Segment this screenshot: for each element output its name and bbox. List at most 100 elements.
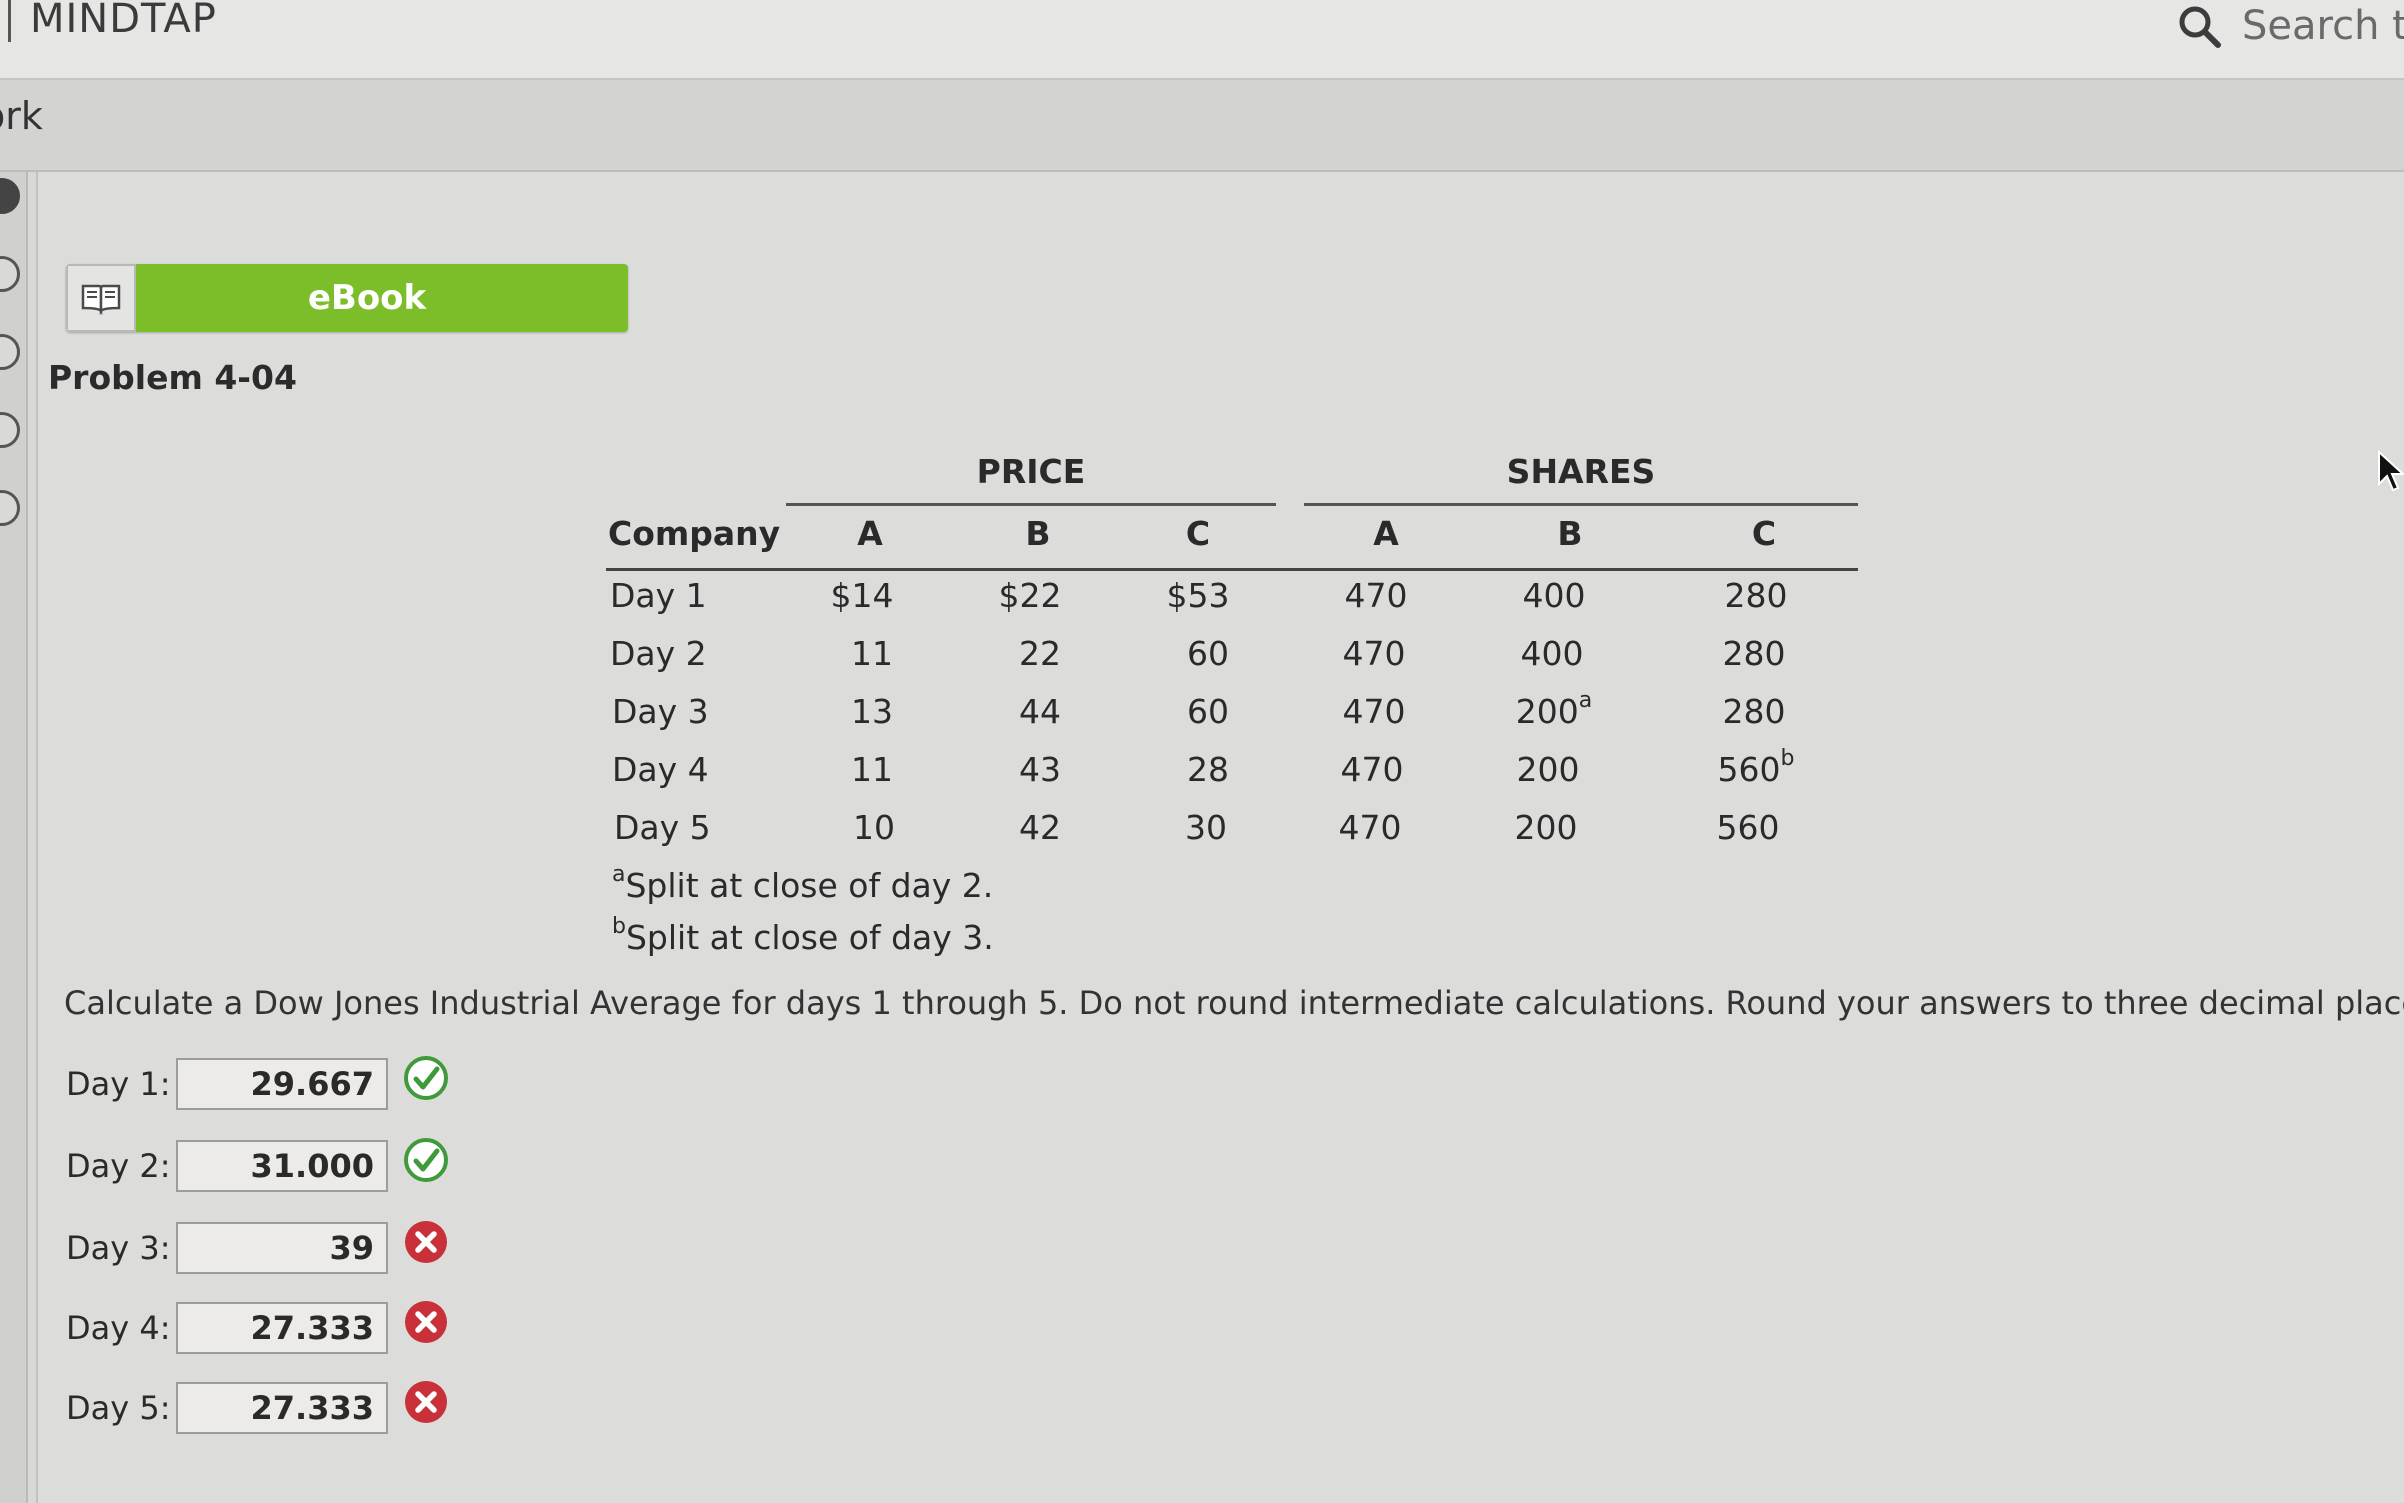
shares-c-cell: 560 — [1716, 808, 1780, 847]
shares-b-cell: 400 — [1520, 634, 1584, 673]
answer-label: Day 4: — [66, 1309, 171, 1347]
shares-b-value: 200 — [1515, 692, 1579, 731]
shares-a-cell: 470 — [1340, 750, 1404, 789]
price-a-cell: 10 — [853, 808, 895, 847]
mouse-pointer-icon — [2378, 450, 2404, 492]
question-text: Calculate a Dow Jones Industrial Average… — [64, 984, 2404, 1022]
footnote-b: bSplit at close of day 3. — [612, 914, 994, 957]
group-header-price: PRICE — [976, 452, 1086, 491]
row-label: Day 5 — [614, 808, 711, 847]
search-box[interactable]: Search th — [2176, 0, 2404, 52]
price-c-cell: 30 — [1185, 808, 1227, 847]
column-header-price-c: C — [1185, 514, 1211, 553]
section-title: ork — [0, 94, 43, 138]
shares-b-cell: 400 — [1522, 576, 1586, 615]
ebook-button[interactable]: eBook — [66, 264, 628, 332]
answer-row-day-3: Day 3: — [66, 1218, 450, 1278]
price-b-cell: 22 — [1019, 634, 1061, 673]
table-row: Day 4 11 43 28 470 200 560b — [0, 746, 2404, 806]
ebook-label[interactable]: eBook — [136, 264, 628, 332]
footnote-a-mark: a — [612, 862, 626, 887]
search-placeholder[interactable]: Search th — [2242, 3, 2404, 49]
check-circle-icon — [404, 1138, 448, 1182]
answer-row-day-5: Day 5: — [66, 1378, 450, 1438]
answer-row-day-2: Day 2: — [66, 1136, 450, 1196]
price-c-cell: 60 — [1187, 634, 1229, 673]
top-bar: MINDTAP Search th — [0, 0, 2404, 80]
shares-b-cell: 200 — [1516, 750, 1580, 789]
price-a-cell: $14 — [830, 576, 894, 615]
price-b-cell: 44 — [1019, 692, 1061, 731]
column-header-shares-a: A — [1373, 514, 1399, 553]
answer-label: Day 5: — [66, 1389, 171, 1427]
table-row: Day 5 10 42 30 470 200 560 — [0, 808, 2404, 864]
column-header-shares-c: C — [1751, 514, 1777, 553]
table-row: Day 3 13 44 60 470 200a 280 — [0, 688, 2404, 748]
footnote-marker-a: a — [1578, 688, 1593, 713]
x-circle-icon — [405, 1381, 447, 1423]
column-header-price-a: A — [857, 514, 883, 553]
table-row: Day 1 $14 $22 $53 470 400 280 — [0, 576, 2404, 632]
problem-title: Problem 4-04 — [48, 358, 297, 397]
group-header-shares: SHARES — [1506, 452, 1656, 491]
progress-step-2[interactable] — [0, 256, 20, 292]
price-c-cell: 60 — [1187, 692, 1229, 731]
group-underline-shares — [1304, 503, 1858, 506]
answer-label: Day 3: — [66, 1229, 171, 1267]
shares-a-cell: 470 — [1342, 634, 1406, 673]
group-underline-price — [786, 503, 1276, 506]
shares-c-cell: 280 — [1724, 576, 1788, 615]
answer-label: Day 2: — [66, 1147, 171, 1185]
progress-step-5[interactable] — [0, 490, 20, 526]
shares-c-cell: 560b — [1696, 746, 1816, 789]
progress-step-3[interactable] — [0, 334, 20, 370]
price-b-cell: 43 — [1019, 750, 1061, 789]
column-header-company: Company — [608, 514, 781, 553]
x-circle-icon — [405, 1301, 447, 1343]
answer-label: Day 1: — [66, 1065, 171, 1103]
answer-row-day-4: Day 4: — [66, 1298, 450, 1358]
progress-step-1[interactable] — [0, 178, 20, 214]
footnote-marker-b: b — [1780, 746, 1795, 771]
shares-c-cell: 280 — [1722, 692, 1786, 731]
table-row: Day 2 11 22 60 470 400 280 — [0, 634, 2404, 690]
search-icon[interactable] — [2176, 3, 2222, 49]
check-circle-icon — [404, 1056, 448, 1100]
shares-c-cell: 280 — [1722, 634, 1786, 673]
column-header-price-b: B — [1025, 514, 1051, 553]
price-c-cell: $53 — [1166, 576, 1230, 615]
answer-row-day-1: Day 1: — [66, 1054, 450, 1114]
footnote-a: aSplit at close of day 2. — [612, 862, 994, 905]
sub-header: ork — [0, 80, 2404, 172]
column-header-shares-b: B — [1557, 514, 1583, 553]
shares-b-cell: 200a — [1494, 688, 1614, 731]
price-a-cell: 11 — [851, 634, 893, 673]
answer-input-day-5[interactable] — [176, 1382, 388, 1434]
answer-input-day-1[interactable] — [176, 1058, 388, 1110]
price-a-cell: 11 — [851, 750, 893, 789]
row-label: Day 3 — [612, 692, 709, 731]
price-c-cell: 28 — [1187, 750, 1229, 789]
footnote-b-text: Split at close of day 3. — [625, 918, 994, 957]
row-label: Day 2 — [610, 634, 707, 673]
answer-input-day-3[interactable] — [176, 1222, 388, 1274]
answer-input-day-2[interactable] — [176, 1140, 388, 1192]
brand-logo[interactable]: MINDTAP — [30, 0, 217, 42]
shares-c-value: 560 — [1717, 750, 1781, 789]
price-b-cell: $22 — [998, 576, 1062, 615]
shares-a-cell: 470 — [1342, 692, 1406, 731]
answer-input-day-4[interactable] — [176, 1302, 388, 1354]
header-rule — [606, 568, 1858, 571]
book-icon[interactable] — [66, 264, 136, 332]
footnote-a-text: Split at close of day 2. — [625, 866, 994, 905]
price-b-cell: 42 — [1019, 808, 1061, 847]
progress-step-4[interactable] — [0, 412, 20, 448]
shares-a-cell: 470 — [1338, 808, 1402, 847]
shares-b-cell: 200 — [1514, 808, 1578, 847]
row-label: Day 1 — [610, 576, 707, 615]
row-label: Day 4 — [612, 750, 709, 789]
price-a-cell: 13 — [851, 692, 893, 731]
shares-a-cell: 470 — [1344, 576, 1408, 615]
brand-divider — [8, 0, 11, 42]
footnote-b-mark: b — [612, 914, 626, 939]
